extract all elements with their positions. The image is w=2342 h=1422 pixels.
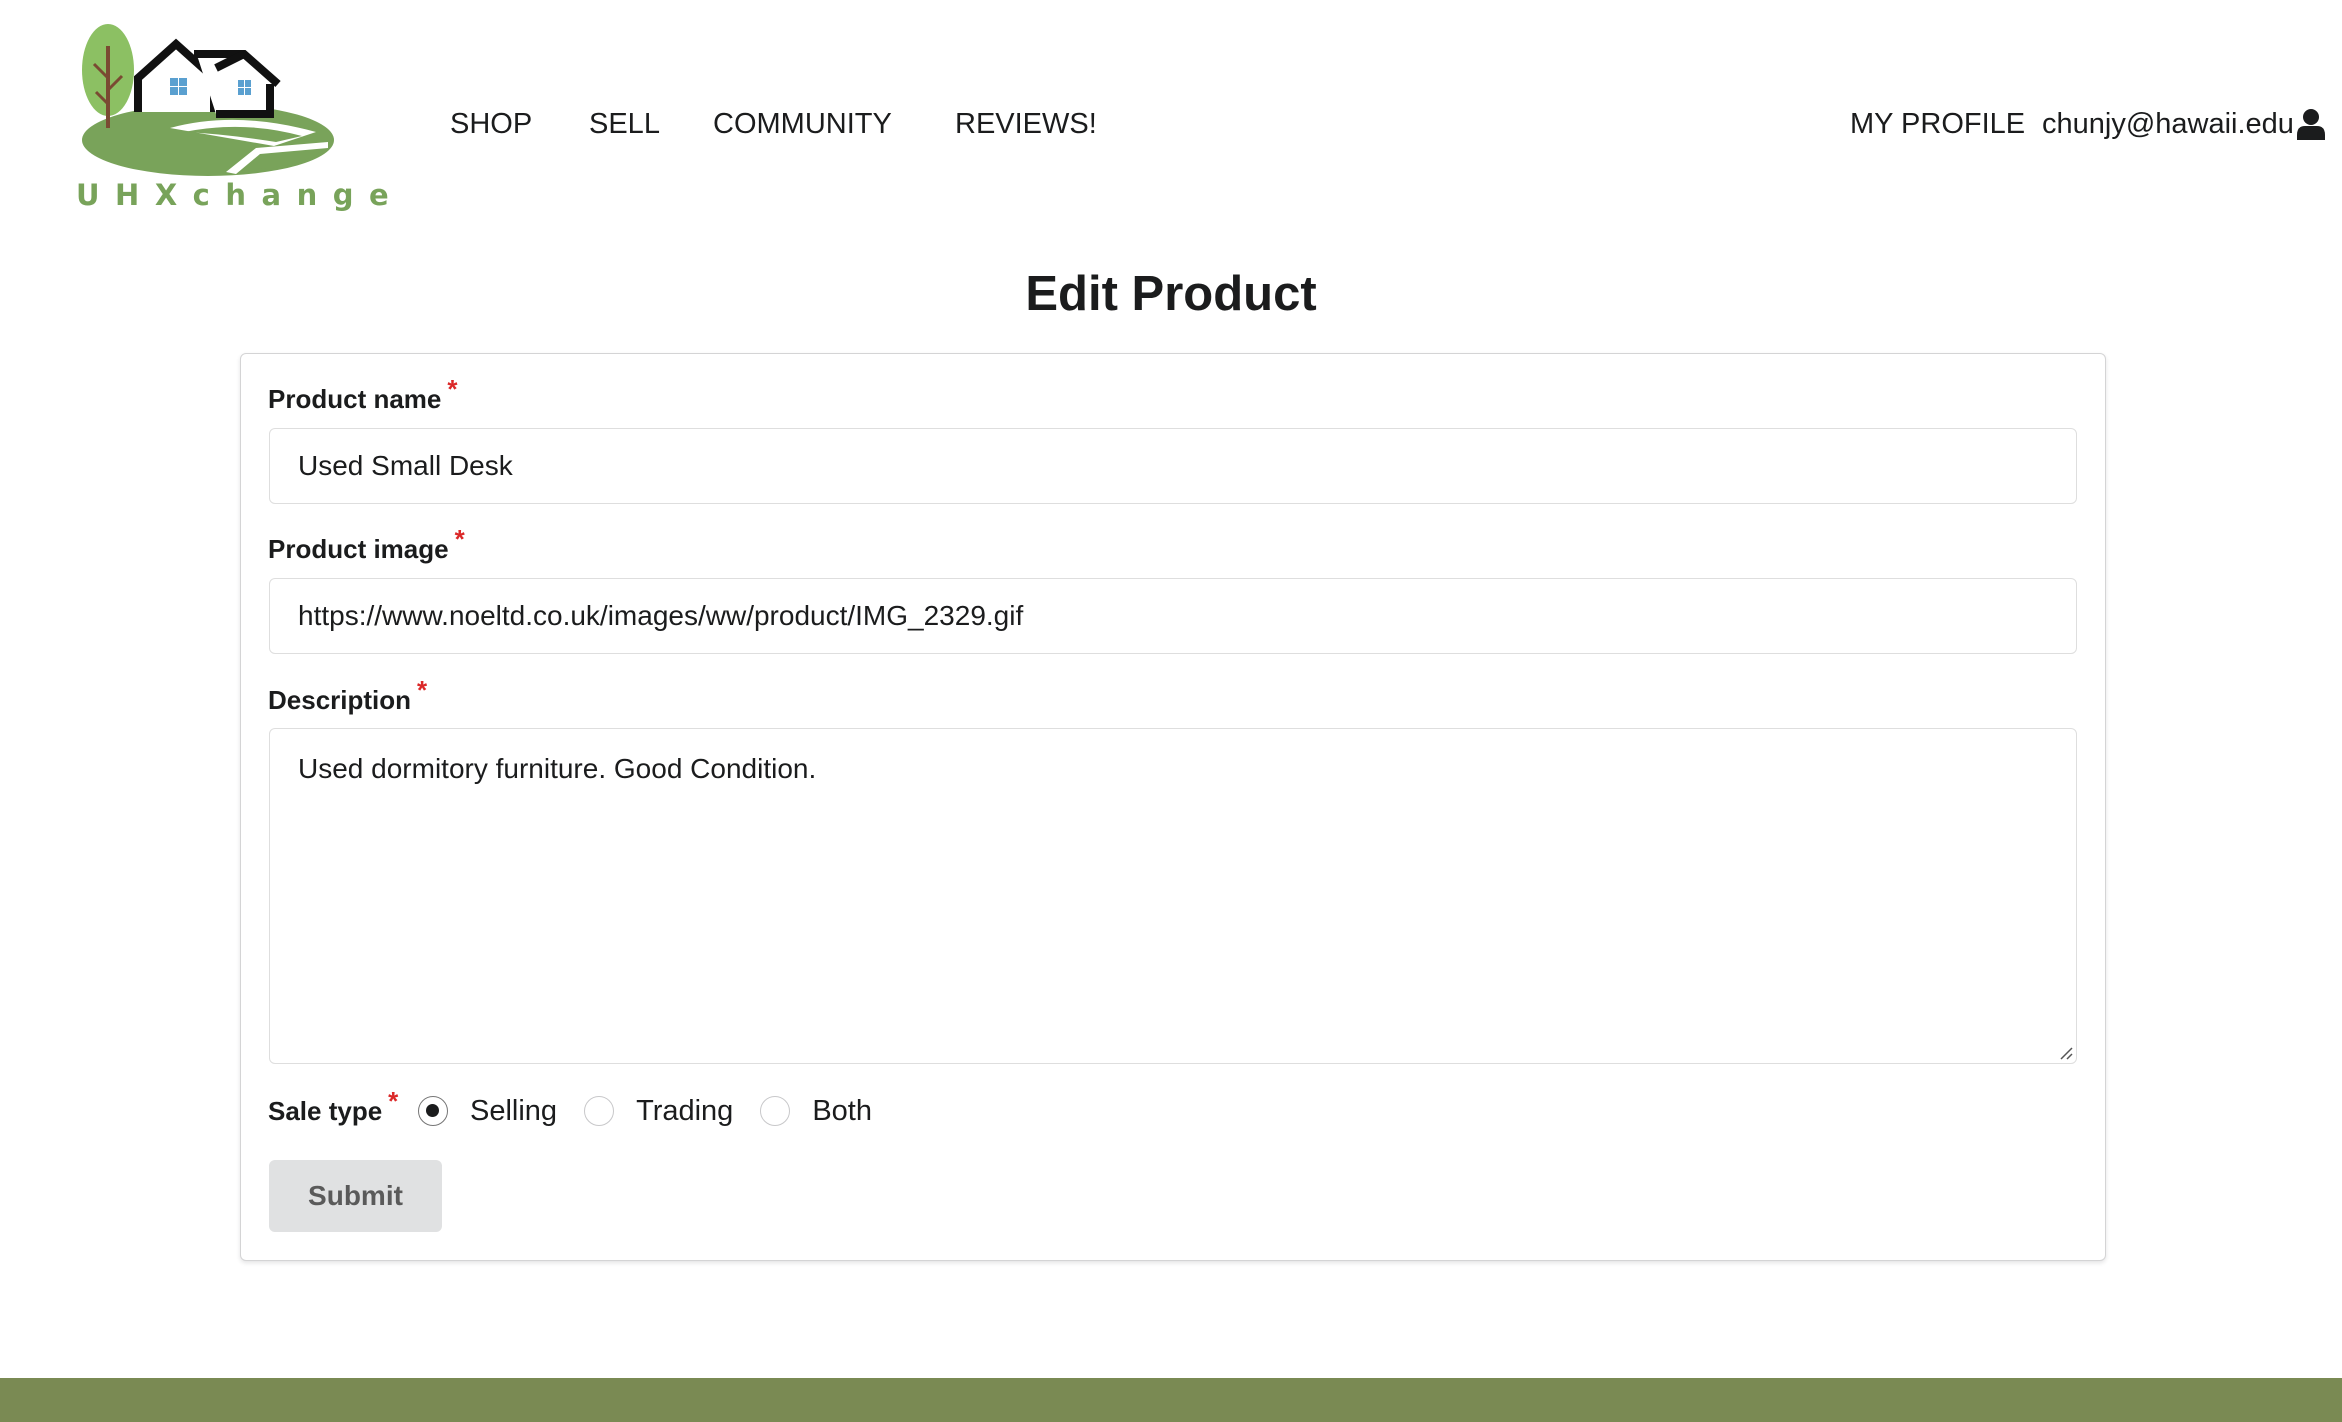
footer (0, 1378, 2342, 1422)
radio-selling[interactable]: Selling (418, 1092, 557, 1130)
required-marker: * (388, 1086, 399, 1116)
page-title: Edit Product (1025, 267, 1317, 321)
required-marker: * (454, 524, 465, 554)
radio-selling-label: Selling (470, 1095, 558, 1127)
radio-trading[interactable]: Trading (584, 1092, 733, 1130)
radio-button[interactable] (584, 1096, 615, 1126)
product-image-input[interactable]: https://www.noeltd.co.uk/images/ww/produ… (269, 578, 2077, 654)
description-text: Used dormitory furniture. Good Condition… (298, 753, 817, 784)
product-image-label: Product image * (268, 524, 465, 566)
nav-shop[interactable]: SHOP (450, 100, 532, 148)
description-label-text: Description (268, 685, 412, 715)
nav-community[interactable]: COMMUNITY (713, 100, 892, 148)
product-name-label: Product name * (268, 374, 458, 416)
user-icon (2296, 109, 2325, 140)
product-name-label-text: Product name (268, 384, 442, 414)
sale-type-label: Sale type * (268, 1086, 398, 1128)
radio-button[interactable] (760, 1096, 791, 1126)
navbar: UHXchange SHOP SELL COMMUNITY REVIEWS! M… (0, 0, 2342, 240)
radio-both-label: Both (812, 1095, 872, 1127)
required-marker: * (447, 374, 458, 404)
logo-text: UHXchange (76, 178, 405, 212)
submit-button[interactable]: Submit (269, 1160, 442, 1232)
nav-my-profile[interactable]: MY PROFILE (1850, 100, 2025, 148)
user-menu[interactable]: chunjy@hawaii.edu (2042, 100, 2326, 148)
resize-handle-icon[interactable] (2057, 1044, 2073, 1060)
product-name-input[interactable]: Used Small Desk (269, 428, 2077, 504)
nav-sell[interactable]: SELL (589, 100, 660, 148)
sale-type-radio-group: Selling Trading Both (418, 1092, 899, 1130)
required-marker: * (417, 675, 428, 705)
sale-type-label-text: Sale type (268, 1096, 383, 1126)
radio-both[interactable]: Both (760, 1092, 872, 1130)
product-image-label-text: Product image (268, 534, 449, 564)
radio-button-checked[interactable] (418, 1096, 448, 1126)
nav-reviews[interactable]: REVIEWS! (955, 100, 1097, 148)
description-label: Description * (268, 675, 427, 717)
description-textarea[interactable]: Used dormitory furniture. Good Condition… (269, 728, 2077, 1064)
user-email: chunjy@hawaii.edu (2042, 108, 2294, 140)
radio-trading-label: Trading (636, 1095, 734, 1127)
